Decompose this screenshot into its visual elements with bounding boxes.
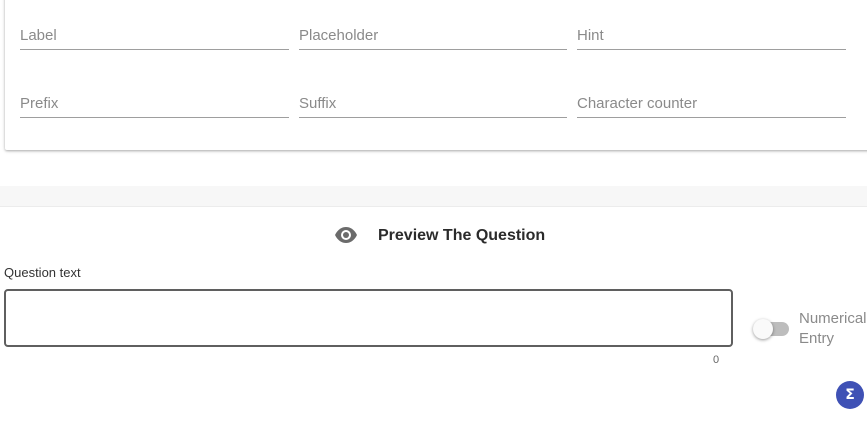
sigma-button[interactable]: Σ — [836, 381, 864, 409]
field-settings-card — [5, 0, 867, 150]
suffix-field[interactable] — [299, 87, 567, 118]
prefix-input[interactable] — [20, 89, 289, 117]
hint-input[interactable] — [577, 21, 846, 49]
sigma-icon: Σ — [845, 387, 855, 403]
numerical-entry-label-line1: Numerical — [799, 310, 867, 327]
character-count: 0 — [713, 354, 720, 366]
prefix-field[interactable] — [20, 87, 289, 118]
question-text-label: Question text — [4, 265, 81, 280]
question-text-box[interactable] — [4, 289, 733, 347]
label-field[interactable] — [20, 19, 289, 50]
hint-field[interactable] — [577, 19, 846, 50]
numerical-entry-toggle[interactable] — [753, 319, 789, 339]
character-counter-field[interactable] — [577, 87, 846, 118]
toggle-knob — [753, 319, 773, 339]
eye-icon — [334, 225, 358, 245]
label-input[interactable] — [20, 21, 289, 49]
numerical-entry-label-line2: Entry — [799, 330, 835, 347]
placeholder-field[interactable] — [299, 19, 567, 50]
preview-title: Preview The Question — [378, 227, 546, 244]
placeholder-input[interactable] — [299, 21, 567, 49]
question-text-input[interactable] — [6, 291, 731, 345]
section-divider — [0, 186, 867, 207]
numerical-entry-label: Numerical Entry — [799, 309, 867, 349]
preview-header: Preview The Question — [0, 222, 867, 250]
character-counter-input[interactable] — [577, 89, 846, 117]
suffix-input[interactable] — [299, 89, 567, 117]
